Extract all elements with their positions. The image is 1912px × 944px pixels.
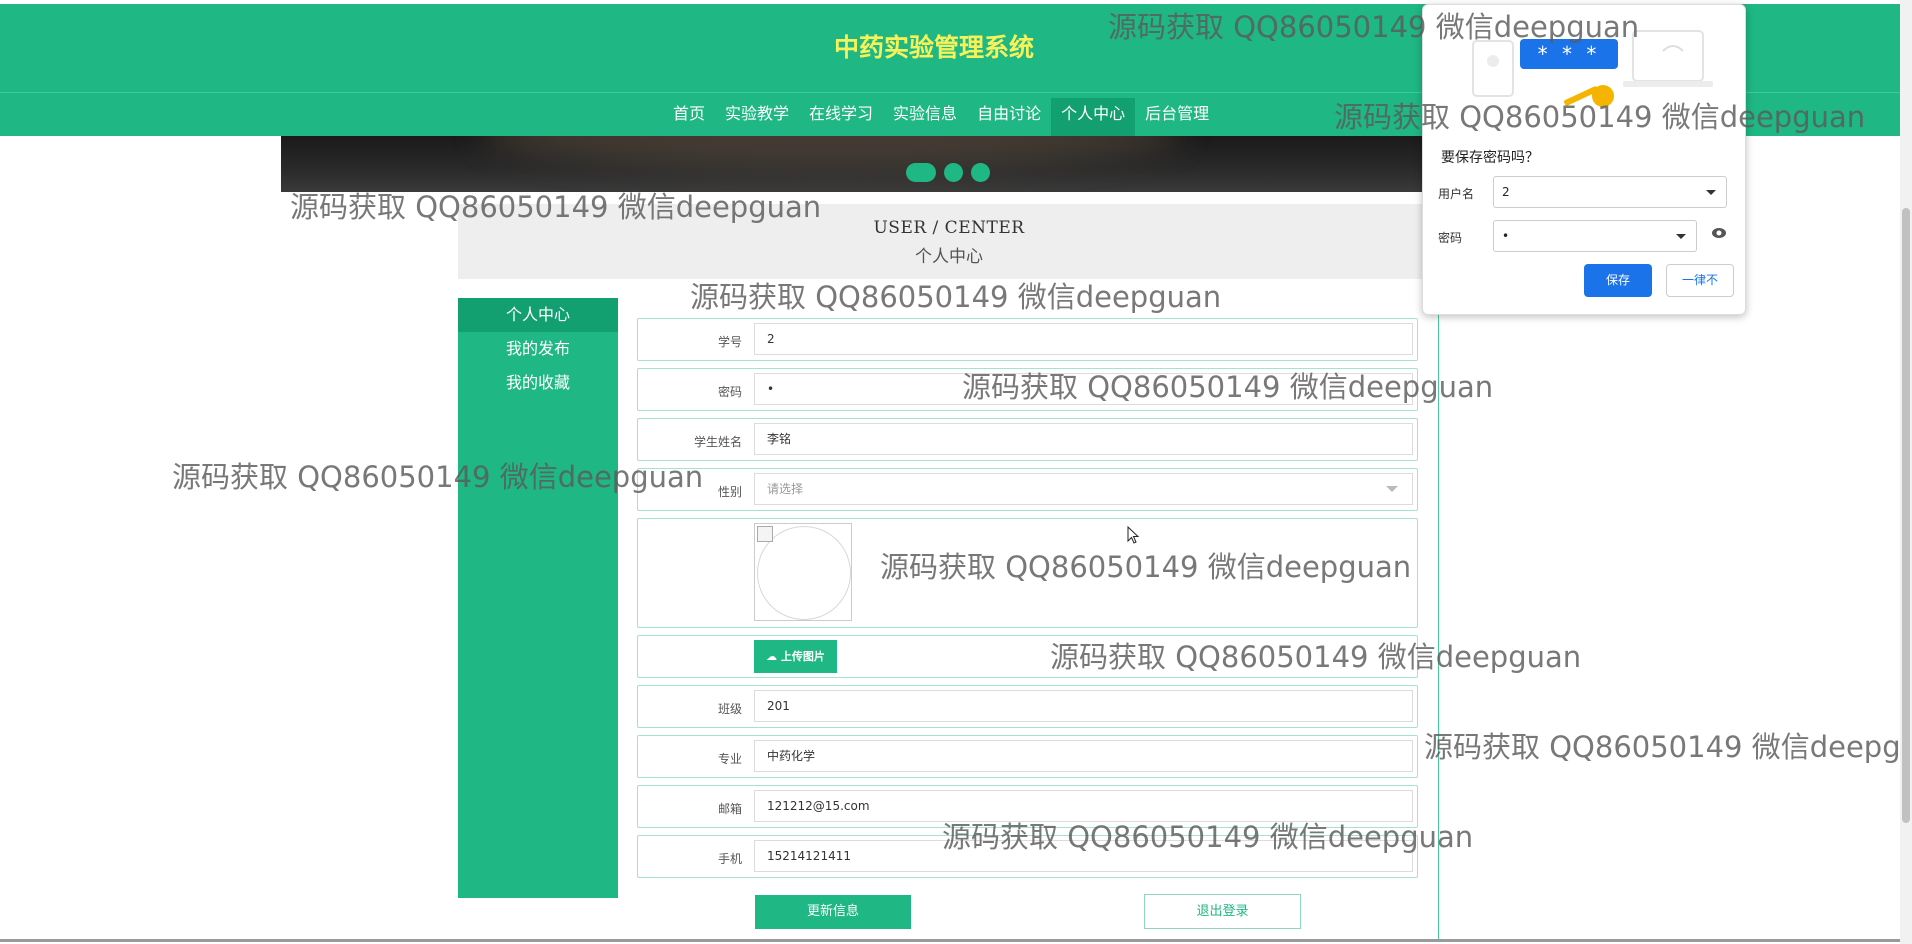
nav-home[interactable]: 首页 xyxy=(663,98,715,136)
phone-input[interactable]: 15214121411 xyxy=(754,840,1413,872)
sidebar-item-my-posts[interactable]: 我的发布 xyxy=(458,332,618,366)
nav-online-learning[interactable]: 在线学习 xyxy=(799,98,883,136)
password-label: 密码 xyxy=(717,385,742,399)
major-input[interactable]: 中药化学 xyxy=(754,740,1413,772)
mouse-cursor-icon xyxy=(1127,526,1140,544)
logout-button[interactable]: 退出登录 xyxy=(1144,894,1301,929)
watermark: 源码获取 QQ86050149 微信deepguan xyxy=(1424,730,1900,764)
popup-username-label: 用户名 xyxy=(1438,187,1475,201)
watermark-clip: 源码获取 QQ86050149 微信deepguan xyxy=(1424,718,1900,768)
popup-password-select[interactable]: • xyxy=(1493,220,1697,252)
upload-image-label: 上传图片 xyxy=(780,650,825,663)
update-info-button[interactable]: 更新信息 xyxy=(755,895,911,929)
gender-label: 性别 xyxy=(717,485,742,499)
student-id-input[interactable]: 2 xyxy=(754,323,1413,355)
form-row-name: 学生姓名 李铭 xyxy=(637,418,1418,461)
sidebar-item-personal-center[interactable]: 个人中心 xyxy=(458,298,618,332)
gender-select-placeholder: 请选择 xyxy=(767,482,804,496)
gender-select[interactable]: 请选择 xyxy=(754,473,1413,505)
nav-free-discussion[interactable]: 自由讨论 xyxy=(967,98,1051,136)
chevron-down-icon xyxy=(1706,190,1716,195)
never-save-button[interactable]: 一律不 xyxy=(1666,264,1734,297)
nav-personal-center[interactable]: 个人中心 xyxy=(1051,98,1136,136)
window-bottom-edge xyxy=(0,939,1900,942)
form-row-class: 班级 201 xyxy=(637,685,1418,728)
cloud-upload-icon: ☁ xyxy=(766,650,778,663)
page-title-cn: 个人中心 xyxy=(915,247,983,267)
chevron-down-icon xyxy=(1676,234,1686,239)
popup-username-value: 2 xyxy=(1502,185,1510,199)
email-input[interactable]: 121212@15.com xyxy=(754,790,1413,822)
content-divider xyxy=(1438,280,1439,940)
sidebar-item-my-favorites[interactable]: 我的收藏 xyxy=(458,366,618,400)
avatar-preview xyxy=(754,523,852,621)
form-row-student-id: 学号 2 xyxy=(637,318,1418,361)
page-title-en: USER / CENTER xyxy=(873,218,1025,238)
eye-icon[interactable] xyxy=(1711,227,1727,239)
student-id-label: 学号 xyxy=(717,335,742,349)
name-label: 学生姓名 xyxy=(693,435,742,449)
popup-username-select[interactable]: 2 xyxy=(1493,176,1727,208)
nav-experiment-info[interactable]: 实验信息 xyxy=(883,98,967,136)
carousel-dot-active[interactable] xyxy=(906,163,936,182)
upload-image-button[interactable]: ☁ 上传图片 xyxy=(754,640,837,673)
popup-title: 要保存密码吗？ xyxy=(1441,150,1539,166)
email-label: 邮箱 xyxy=(717,802,742,816)
banner-carousel xyxy=(281,136,1442,192)
main-nav: 首页 实验教学 在线学习 实验信息 自由讨论 个人中心 后台管理 xyxy=(663,98,1219,138)
major-label: 专业 xyxy=(717,752,742,766)
watermark: 源码获取 QQ86050149 微信deepguan xyxy=(172,460,704,494)
nav-experiment-teaching[interactable]: 实验教学 xyxy=(715,98,799,136)
form-row-gender: 性别 请选择 xyxy=(637,468,1418,511)
carousel-dot[interactable] xyxy=(944,163,963,182)
class-input[interactable]: 201 xyxy=(754,690,1413,722)
watermark: 源码获取 QQ86050149 微信deepguan xyxy=(690,280,1222,314)
password-bubble: * * * xyxy=(1520,39,1618,69)
form-row-email: 邮箱 121212@15.com xyxy=(637,785,1418,828)
phone-label: 手机 xyxy=(717,852,742,866)
scrollbar-thumb[interactable] xyxy=(1902,208,1910,823)
form-row-password: 密码 • xyxy=(637,368,1418,411)
broken-image-icon xyxy=(757,526,773,542)
carousel-dots xyxy=(906,163,990,182)
class-label: 班级 xyxy=(717,702,742,716)
popup-password-value: • xyxy=(1502,229,1510,243)
form-row-major: 专业 中药化学 xyxy=(637,735,1418,778)
save-password-popup: * * * 要保存密码吗？ 用户名 2 密码 • 保存 一律不 xyxy=(1422,4,1746,315)
name-input[interactable]: 李铭 xyxy=(754,423,1413,455)
page-title-box: USER / CENTER 个人中心 xyxy=(458,204,1440,279)
password-input[interactable]: • xyxy=(754,373,1413,405)
save-password-button[interactable]: 保存 xyxy=(1584,264,1652,297)
form-row-phone: 手机 15214121411 xyxy=(637,835,1418,878)
popup-password-label: 密码 xyxy=(1438,231,1463,245)
form-row-upload: ☁ 上传图片 xyxy=(637,635,1418,678)
form-row-avatar xyxy=(637,518,1418,628)
carousel-dot[interactable] xyxy=(971,163,990,182)
nav-admin[interactable]: 后台管理 xyxy=(1135,98,1219,136)
chevron-down-icon xyxy=(1386,486,1398,492)
sidebar: 个人中心 我的发布 我的收藏 xyxy=(458,298,618,898)
